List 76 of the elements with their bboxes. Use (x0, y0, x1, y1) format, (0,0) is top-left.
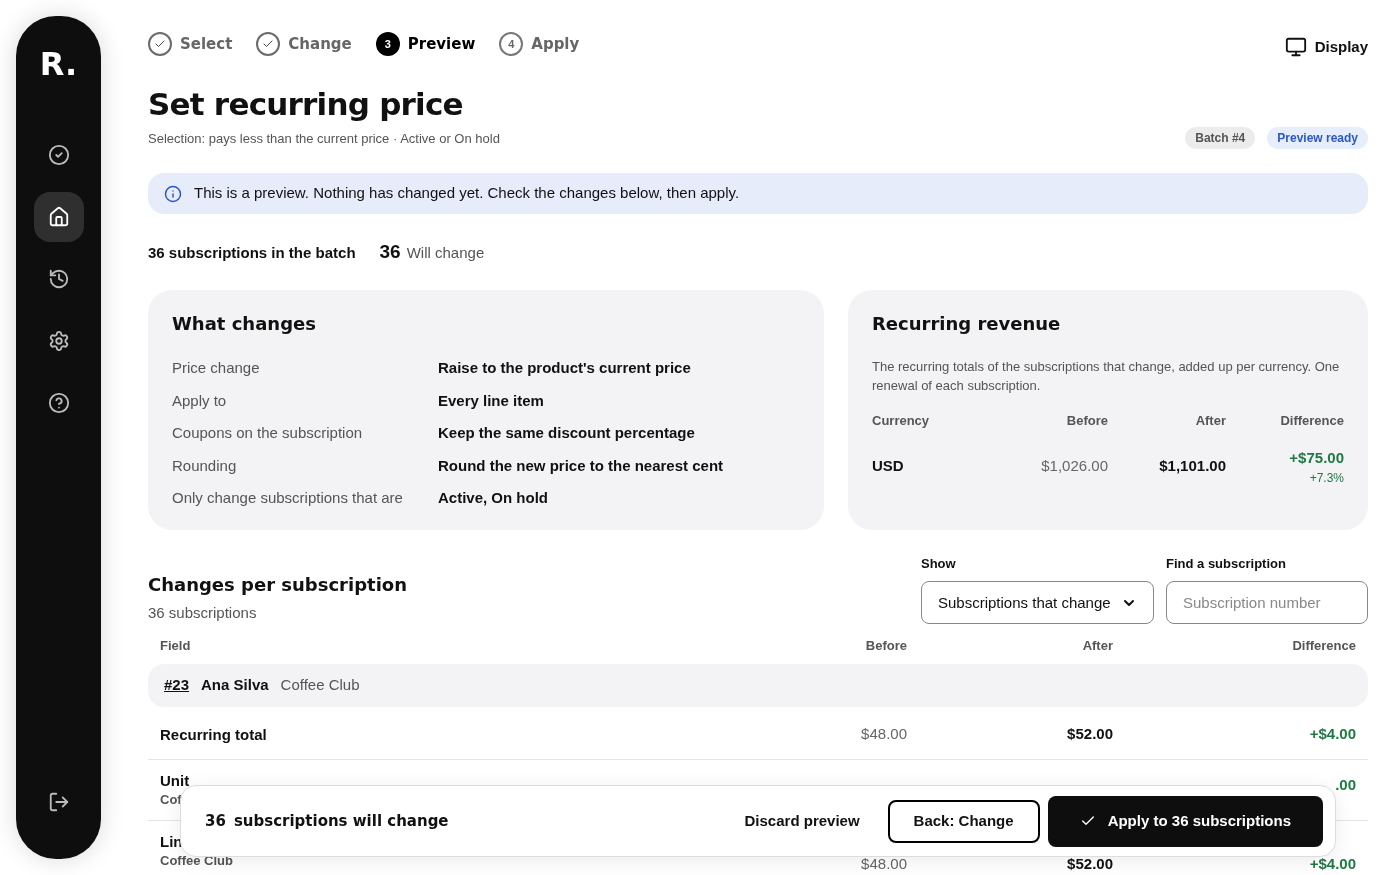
column-header: Before (864, 637, 907, 656)
subscription-link[interactable]: #23 (164, 674, 190, 697)
difference-cell-text: .00 (1334, 774, 1356, 795)
column-header: Difference (1279, 412, 1344, 431)
batch-count: 36 subscriptions in the batch (148, 243, 356, 263)
help-icon (47, 392, 70, 414)
search-field[interactable]: Subscription number (1166, 581, 1368, 625)
field-name: Unit (160, 771, 191, 790)
monitor-icon (1284, 36, 1307, 59)
step-label[interactable]: Apply (531, 32, 580, 56)
before-cell-text: $1,026.00 (1040, 456, 1108, 476)
setting-value: Keep the same discount percentage (438, 423, 696, 444)
action-summary: subscriptions will change (233, 810, 449, 832)
card-title: Recurring revenue (872, 312, 1062, 337)
change-count: 36 (379, 240, 401, 264)
difference-cell-text: +$4.00 (1308, 724, 1356, 745)
change-count: 36 (205, 810, 226, 832)
setting-value: Every line item (438, 391, 545, 411)
column-header: Currency (872, 412, 931, 431)
after-cell-text: $52.00 (1066, 724, 1113, 745)
difference-cell-text: +$4.00 (1308, 853, 1356, 874)
currency-cell-text: USD (872, 456, 905, 476)
setting-value: Raise to the product's current price (438, 358, 692, 379)
field-product: Cof (160, 790, 182, 809)
section-title: Changes per subscription (148, 573, 407, 597)
column-header: Field (160, 637, 192, 656)
nav-item[interactable] (33, 192, 84, 242)
setting-label: Apply to (172, 391, 228, 411)
field-name: Lin (160, 832, 184, 851)
field-name: Recurring total (160, 725, 268, 744)
column-header: Difference (1291, 637, 1356, 656)
display-button[interactable]: Display (1284, 36, 1368, 59)
setting-label: Only change subscriptions that are (172, 488, 404, 509)
status-badge: Preview ready (1267, 127, 1368, 150)
step-number: 4 (499, 32, 524, 56)
back-button[interactable]: Back: Change (887, 799, 1040, 843)
column-header: After (1081, 637, 1113, 656)
difference-percent: +7.3% (1309, 470, 1344, 488)
after-cell-text: $1,101.00 (1158, 456, 1226, 476)
section-subtitle: 36 subscriptions (148, 603, 258, 623)
setting-value: Round the new price to the nearest cent (438, 456, 725, 476)
column-header: After (1194, 412, 1226, 431)
logout-icon (47, 791, 70, 813)
discard-button[interactable]: Discard preview (728, 809, 876, 833)
before-cell-text: $48.00 (860, 853, 907, 874)
selection-summary: Selection: pays less than the current price · Active or On hold (148, 129, 500, 148)
info-text: This is a preview. Nothing has changed yet. Check the changes below, then apply. (194, 183, 740, 204)
product-name: Coffee Club (280, 675, 360, 695)
setting-label: Price change (172, 358, 261, 379)
revenue-description: The recurring totals of the subscriptions that change, added up per currency. One renewal of each subscription. (872, 358, 1341, 396)
home-icon (47, 206, 70, 228)
check-circle-icon (47, 144, 70, 166)
step-label[interactable]: Change (288, 32, 352, 56)
change-count-label: Will change (406, 243, 485, 263)
step-label[interactable]: Preview (407, 32, 476, 56)
logo: R. (39, 48, 78, 80)
page-title: Set recurring price (148, 84, 464, 124)
status-badge: Batch #4 (1185, 127, 1256, 150)
info-icon (164, 184, 182, 203)
show-dropdown[interactable]: Subscriptions that change (921, 581, 1154, 625)
step-number: 3 (375, 32, 400, 56)
card-title: What changes (172, 312, 317, 337)
customer-name: Ana Silva (201, 675, 269, 695)
step-label[interactable]: Select (180, 32, 233, 56)
before-cell-text: $48.00 (860, 724, 907, 745)
column-header: Before (1065, 412, 1108, 431)
history-icon (47, 268, 70, 290)
setting-value: Active, On hold (438, 488, 549, 509)
after-cell-text: $52.00 (1066, 853, 1113, 874)
settings-icon (47, 330, 70, 352)
setting-label: Coupons on the subscription (172, 423, 364, 444)
setting-label: Rounding (172, 456, 238, 476)
field-label: Find a subscription (1166, 555, 1287, 573)
field-label: Show (921, 555, 957, 573)
difference-cell-text: +$75.00 (1289, 448, 1344, 468)
apply-button[interactable]: Apply to 36 subscriptions (1047, 795, 1323, 847)
